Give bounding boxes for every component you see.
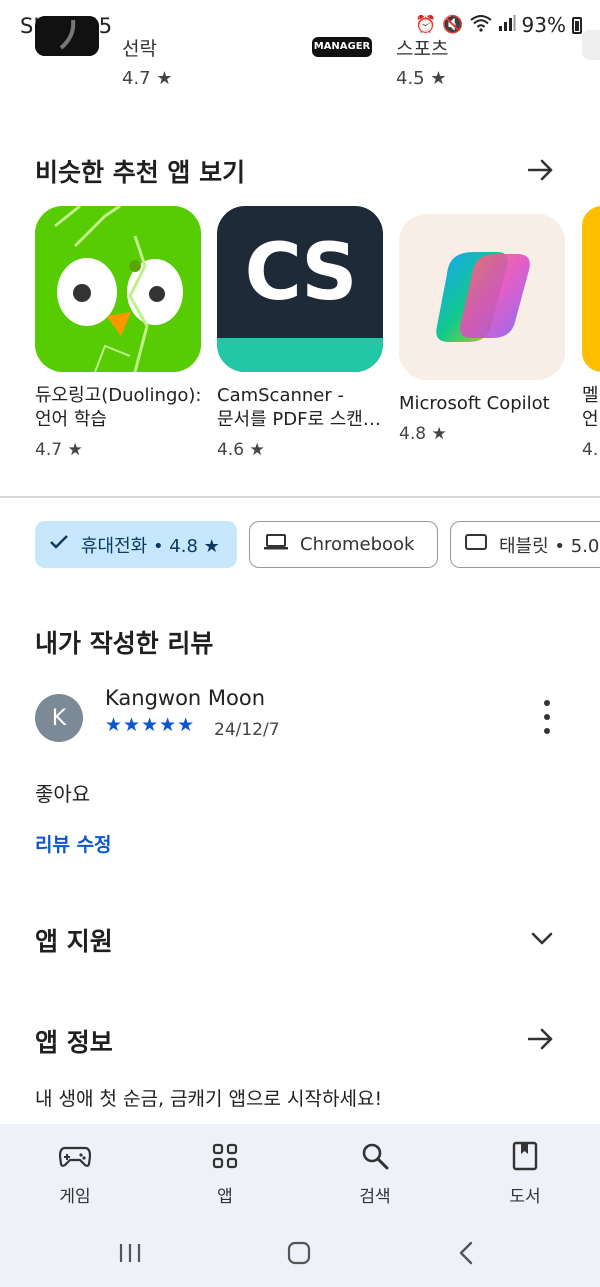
prev-app-thumbnail[interactable] [35,16,99,56]
app-info-description: 내 생애 첫 순금, 금캐기 앱으로 시작하세요! [35,1088,383,1110]
recent-apps-button[interactable] [110,1238,150,1268]
app-rating: 4. [582,440,599,460]
home-button[interactable] [279,1238,319,1268]
review-text: 좋아요 [35,782,91,806]
camscanner-icon: CS [217,206,383,372]
check-icon [49,534,69,555]
similar-apps-title: 비슷한 추천 앱 보기 [35,158,246,187]
gamepad-icon [25,1138,125,1174]
arrow-right-icon [528,1028,553,1050]
app-card-duolingo[interactable]: 듀오링고(Duolingo): 언어 학습 4.7 ★ [35,206,203,460]
my-review-title: 내가 작성한 리뷰 [35,629,214,658]
chip-phone[interactable]: 휴대전화 • 4.8 ★ [35,521,237,568]
chip-label: 태블릿 • 5.0 [499,535,600,557]
home-icon [287,1241,311,1265]
review-stars: ★★★★★ [105,714,196,736]
chip-label: Chromebook [300,534,415,555]
bottom-navigation: 게임 앱 검색 도서 [0,1124,600,1287]
prev-app-name[interactable]: 스포츠 [396,34,448,61]
previous-app-row: 선락 4.7 ★ MANAGER 스포츠 4.5 ★ [0,0,600,110]
nav-label: 게임 [59,1187,91,1207]
review-author: Kangwon Moon [105,686,266,710]
laptop-icon [264,533,288,556]
prev-app-rating: 4.5 ★ [396,68,447,89]
prev-app-rating: 4.7 ★ [122,68,173,89]
app-info-title: 앱 정보 [35,1028,113,1057]
nav-label: 도서 [509,1187,541,1207]
app-card-camscanner[interactable]: CS CamScanner - 문서를 PDF로 스캔… 4.6 ★ [217,206,385,460]
duolingo-icon [35,206,201,372]
copilot-icon [399,214,565,380]
nav-item-search[interactable]: 검색 [325,1138,425,1207]
section-divider [0,496,600,498]
system-navigation-bar [0,1224,600,1284]
back-icon [459,1241,473,1265]
app-name: 듀오링고(Duolingo): 언어 학습 [35,385,202,430]
app-card-partial[interactable]: 멜 언 4. [582,206,600,460]
back-button[interactable] [446,1238,486,1268]
nav-item-apps[interactable]: 앱 [175,1138,275,1207]
nav-item-books[interactable]: 도서 [475,1138,575,1207]
search-icon [325,1138,425,1174]
similar-apps-arrow-button[interactable] [521,150,561,190]
review-date: 24/12/7 [214,720,280,740]
app-name: CamScanner - 문서를 PDF로 스캔… [217,385,381,430]
prev-app-thumbnail[interactable] [582,30,600,60]
more-options-button[interactable] [532,700,562,734]
edit-review-link[interactable]: 리뷰 수정 [35,830,112,857]
app-support-title[interactable]: 앱 지원 [35,922,113,958]
prev-app-thumbnail[interactable]: MANAGER [310,36,374,58]
app-rating: 4.7 ★ [35,440,83,460]
chevron-down-icon [531,932,553,945]
recents-icon [119,1244,141,1262]
apps-grid-icon [175,1138,275,1174]
app-name: Microsoft Copilot [399,393,550,414]
chip-label: 휴대전화 • 4.8 ★ [81,535,220,557]
nav-label: 앱 [217,1187,233,1207]
partial-app-icon [582,206,600,372]
tablet-icon [465,533,487,556]
app-rating: 4.8 ★ [399,424,447,444]
nav-item-games[interactable]: 게임 [25,1138,125,1207]
arrow-right-icon [528,159,553,181]
app-info-arrow-button[interactable] [521,1019,561,1059]
app-name: 멜 언 [582,385,599,430]
app-rating: 4.6 ★ [217,440,265,460]
manager-badge: MANAGER [312,37,372,57]
chip-chromebook[interactable]: Chromebook [249,521,438,568]
prev-app-name[interactable]: 선락 [122,34,157,61]
book-icon [475,1138,575,1174]
app-card-copilot[interactable]: Microsoft Copilot 4.8 ★ [399,214,567,444]
avatar: K [35,694,83,742]
app-support-expand-button[interactable] [526,922,558,954]
more-vert-icon [544,700,550,706]
nav-label: 검색 [359,1187,391,1207]
chip-tablet[interactable]: 태블릿 • 5.0 [450,521,600,568]
